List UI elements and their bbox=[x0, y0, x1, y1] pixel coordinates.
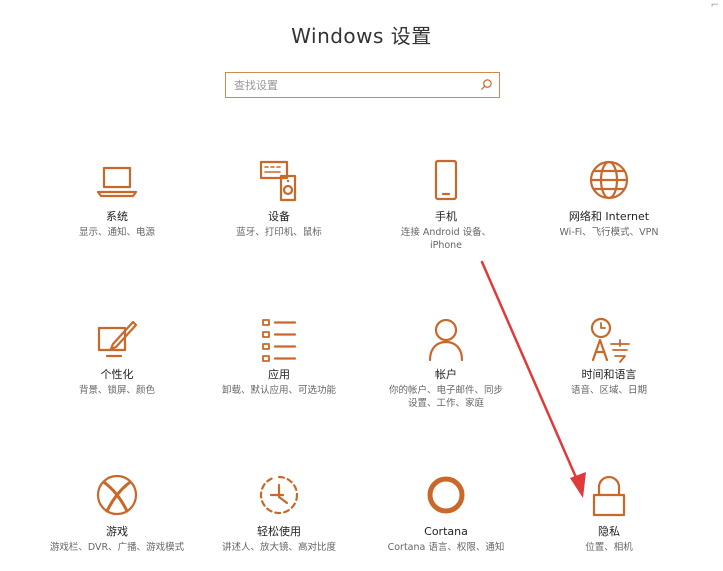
tile-label: Cortana bbox=[424, 525, 468, 538]
tile-desc: 讲述人、放大镜、高对比度 bbox=[221, 542, 336, 553]
tile-desc: 卸载、默认应用、可选功能 bbox=[221, 385, 336, 396]
tile-label: 网络和 Internet bbox=[568, 210, 650, 223]
tile-label: 轻松使用 bbox=[257, 525, 301, 538]
tile-desc: 你的帐户、电子邮件、同步设置、工作、家庭 bbox=[388, 385, 503, 409]
tile-label: 设备 bbox=[268, 210, 290, 223]
tile-label: 个性化 bbox=[100, 368, 134, 381]
search-icon[interactable] bbox=[480, 78, 493, 91]
tile-apps[interactable]: 应用 卸载、默认应用、可选功能 bbox=[199, 316, 359, 397]
apps-list-icon bbox=[262, 319, 297, 362]
tile-desc: 游戏栏、DVR、广播、游戏模式 bbox=[49, 542, 185, 553]
search-input[interactable]: 查找设置 bbox=[225, 72, 500, 98]
phone-icon bbox=[434, 159, 458, 201]
tile-label: 隐私 bbox=[598, 525, 620, 538]
corner-mark: ⌐ bbox=[710, 0, 719, 11]
tile-desc: 连接 Android 设备、iPhone bbox=[400, 227, 492, 251]
tile-label: 手机 bbox=[435, 210, 457, 223]
cortana-icon bbox=[427, 476, 465, 514]
tile-desc: 语音、区域、日期 bbox=[570, 385, 647, 396]
tile-desc: Wi-Fi、飞行模式、VPN bbox=[559, 227, 659, 238]
tile-label: 游戏 bbox=[106, 525, 128, 538]
xbox-icon bbox=[96, 474, 138, 516]
person-icon bbox=[428, 318, 464, 362]
tile-label: 系统 bbox=[106, 210, 128, 223]
tile-devices[interactable]: 设备 蓝牙、打印机、鼠标 bbox=[199, 158, 359, 239]
tile-personalization[interactable]: 个性化 背景、锁屏、颜色 bbox=[37, 316, 197, 397]
devices-icon bbox=[259, 160, 297, 202]
page-title: Windows 设置 bbox=[291, 24, 432, 48]
tile-cortana[interactable]: Cortana Cortana 语言、权限、通知 bbox=[366, 473, 526, 554]
tile-desc: Cortana 语言、权限、通知 bbox=[387, 542, 505, 553]
lock-icon bbox=[592, 475, 626, 517]
globe-icon bbox=[589, 160, 629, 200]
tile-privacy[interactable]: 隐私 位置、相机 bbox=[529, 473, 689, 554]
tile-ease-of-access[interactable]: 轻松使用 讲述人、放大镜、高对比度 bbox=[199, 473, 359, 554]
tile-label: 时间和语言 bbox=[581, 368, 637, 381]
tile-network[interactable]: 网络和 Internet Wi-Fi、飞行模式、VPN bbox=[529, 158, 689, 239]
tile-desc: 背景、锁屏、颜色 bbox=[78, 385, 155, 396]
tile-desc: 位置、相机 bbox=[585, 542, 633, 553]
time-language-icon bbox=[590, 317, 630, 363]
paint-brush-icon bbox=[97, 320, 138, 358]
tile-label: 帐户 bbox=[435, 368, 457, 381]
tile-label: 应用 bbox=[268, 368, 290, 381]
search-placeholder: 查找设置 bbox=[234, 79, 278, 92]
tile-gaming[interactable]: 游戏 游戏栏、DVR、广播、游戏模式 bbox=[37, 473, 197, 554]
tile-phone[interactable]: 手机 连接 Android 设备、iPhone bbox=[366, 158, 526, 252]
ease-of-access-icon bbox=[259, 475, 299, 515]
tile-desc: 显示、通知、电源 bbox=[78, 227, 155, 238]
laptop-icon bbox=[96, 166, 138, 198]
tile-system[interactable]: 系统 显示、通知、电源 bbox=[37, 158, 197, 239]
tile-time-language[interactable]: 时间和语言 语音、区域、日期 bbox=[529, 316, 689, 397]
tile-accounts[interactable]: 帐户 你的帐户、电子邮件、同步设置、工作、家庭 bbox=[366, 316, 526, 410]
tile-desc: 蓝牙、打印机、鼠标 bbox=[236, 227, 322, 238]
